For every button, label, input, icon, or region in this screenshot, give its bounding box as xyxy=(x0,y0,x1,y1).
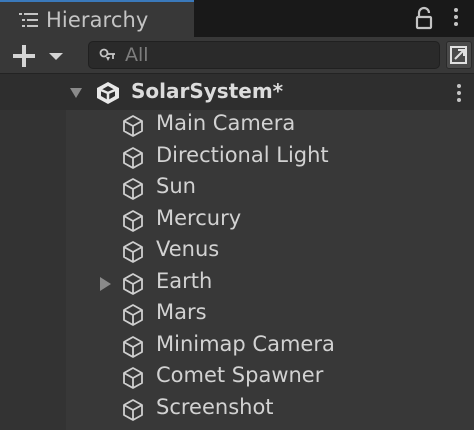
scene-menu-icon[interactable] xyxy=(456,84,462,105)
hierarchy-panel: Hierarchy All SolarSystem* Main Camera D… xyxy=(0,0,474,430)
object-name: Venus xyxy=(156,237,220,261)
search-field[interactable]: All xyxy=(88,41,440,69)
object-name: Main Camera xyxy=(156,111,296,135)
gameobject-icon xyxy=(123,146,143,169)
scene-row[interactable]: SolarSystem* xyxy=(0,74,474,110)
list-item[interactable]: Mars xyxy=(66,299,474,330)
object-name: Screenshot xyxy=(156,394,274,419)
expand-arrow-icon[interactable] xyxy=(99,276,111,291)
list-item[interactable]: Sun xyxy=(66,173,474,204)
gameobject-icon xyxy=(123,178,143,200)
gameobject-icon xyxy=(123,115,143,137)
tree-gutter xyxy=(0,74,66,430)
gameobject-icon xyxy=(123,398,143,421)
object-name: Earth xyxy=(156,268,213,293)
gameobject-icon xyxy=(123,304,143,326)
search-placeholder: All xyxy=(125,44,149,66)
lock-icon[interactable] xyxy=(414,6,434,30)
tab-title: Hierarchy xyxy=(46,7,149,32)
tab-bar: Hierarchy xyxy=(0,0,474,37)
list-item[interactable]: Main Camera xyxy=(66,110,474,141)
list-item[interactable]: Venus xyxy=(66,236,474,267)
search-window-button[interactable] xyxy=(446,41,472,69)
scene-name: SolarSystem* xyxy=(131,79,284,103)
object-name: Sun xyxy=(156,174,196,198)
hierarchy-list-icon xyxy=(19,12,38,27)
list-item[interactable]: Minimap Camera xyxy=(66,331,474,362)
list-item[interactable]: Mercury xyxy=(66,205,474,236)
object-name: Directional Light xyxy=(156,142,329,167)
object-name: Mars xyxy=(156,300,207,324)
list-item[interactable]: Screenshot xyxy=(66,394,474,425)
list-item[interactable]: Directional Light xyxy=(66,142,474,173)
gameobject-icon xyxy=(123,335,143,358)
search-icon xyxy=(99,48,115,61)
collapse-arrow-icon[interactable] xyxy=(70,88,82,98)
open-window-icon xyxy=(450,46,467,64)
gameobject-icon xyxy=(123,272,143,295)
object-name: Mercury xyxy=(156,205,242,230)
tab-hierarchy[interactable]: Hierarchy xyxy=(0,0,194,37)
list-item[interactable]: Earth xyxy=(66,268,474,299)
object-name: Comet Spawner xyxy=(156,363,324,387)
list-item[interactable]: Comet Spawner xyxy=(66,362,474,393)
panel-menu-icon[interactable] xyxy=(453,8,459,29)
hierarchy-toolbar: All xyxy=(0,37,474,74)
gameobject-icon xyxy=(123,367,143,389)
gameobject-icon xyxy=(123,209,143,232)
create-dropdown-button[interactable] xyxy=(13,45,65,67)
object-name: Minimap Camera xyxy=(156,331,335,356)
gameobject-icon xyxy=(123,241,143,263)
unity-scene-icon xyxy=(97,82,119,104)
hierarchy-tree: SolarSystem* Main Camera Directional Lig… xyxy=(0,74,474,430)
